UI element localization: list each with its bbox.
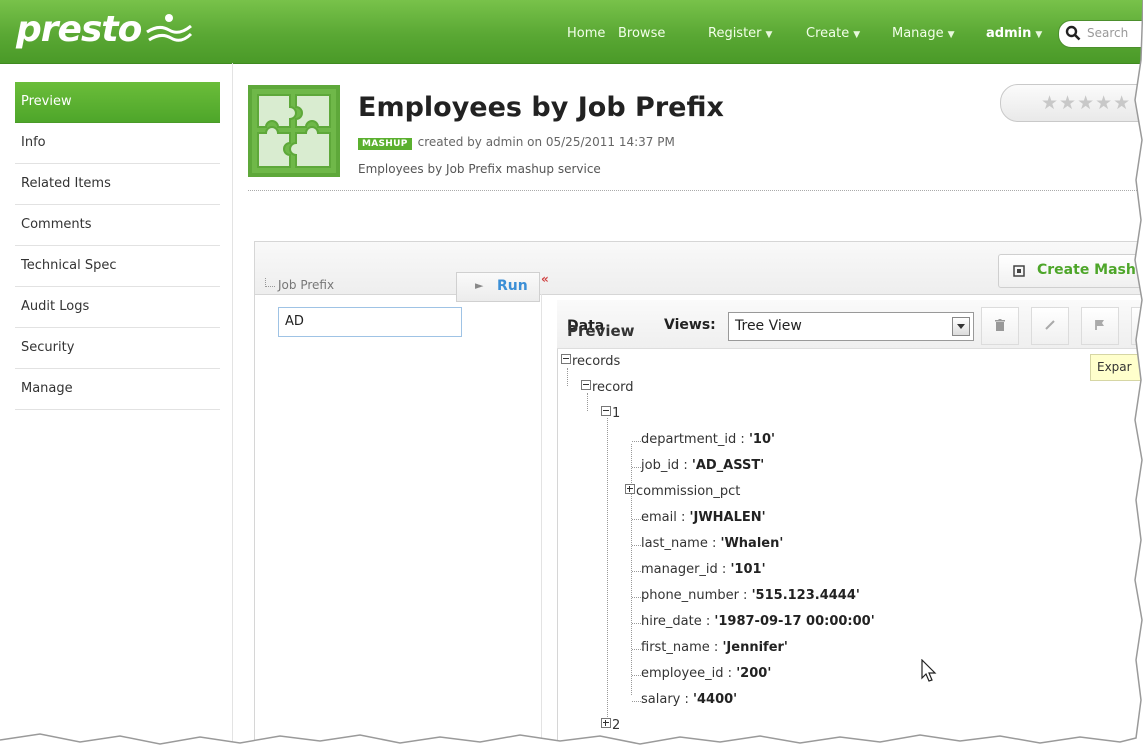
pencil-icon <box>1045 320 1055 330</box>
nav-home[interactable]: Home <box>567 24 605 44</box>
page-title: Employees by Job Prefix <box>358 92 724 123</box>
rating-stars[interactable]: ★★★★★ <box>1041 92 1131 114</box>
job-prefix-label: Job Prefix <box>265 278 334 292</box>
search-placeholder: Search <box>1087 26 1129 40</box>
sidebar-item-technical-spec[interactable]: Technical Spec <box>15 246 220 287</box>
tree-connector <box>607 418 608 723</box>
nav-browse[interactable]: Browse <box>618 24 665 44</box>
tree-leaf-employee-id: employee_id : '200' <box>641 666 772 681</box>
play-icon: ► <box>475 279 484 292</box>
create-mashup-button[interactable]: Create Mash <box>998 254 1143 288</box>
sidebar-item-related-items[interactable]: Related Items <box>15 164 220 205</box>
parameters-pane <box>254 294 542 749</box>
chevron-down-icon: ▼ <box>1035 30 1043 40</box>
created-meta: MASHUP created by admin on 05/25/2011 14:… <box>358 135 675 150</box>
sidebar-item-audit-logs[interactable]: Audit Logs <box>15 287 220 328</box>
sidebar-divider <box>232 63 233 749</box>
tree-connector <box>587 393 588 411</box>
flag-icon <box>1095 320 1104 330</box>
run-button[interactable]: ► Run <box>456 272 540 302</box>
search-input[interactable]: Search <box>1058 20 1143 48</box>
sidebar-item-info[interactable]: Info <box>15 123 220 164</box>
tree-node-record[interactable]: record <box>581 380 634 395</box>
edit-button[interactable] <box>1031 307 1069 345</box>
tree-leaf-first-name: first_name : 'Jennifer' <box>641 640 788 655</box>
views-select-value: Tree View <box>735 318 802 334</box>
chevron-down-icon: ▼ <box>853 30 861 40</box>
tree-leaf-manager-id: manager_id : '101' <box>641 562 766 577</box>
tree-leaf-salary: salary : '4400' <box>641 692 738 707</box>
tree-leaf-hire-date: hire_date : '1987-09-17 00:00:00' <box>641 614 875 629</box>
tree-connector <box>631 444 632 695</box>
tree-node-commission-pct[interactable]: commission_pct <box>625 484 740 499</box>
delete-button[interactable] <box>981 307 1019 345</box>
create-mashup-label: Create Mash <box>1037 262 1136 278</box>
presto-logo[interactable]: presto <box>16 9 142 50</box>
mashup-small-icon <box>1013 265 1025 277</box>
search-icon <box>1065 25 1081 41</box>
collapse-pane-icon[interactable]: « <box>541 272 549 286</box>
sidebar-item-manage[interactable]: Manage <box>15 369 220 410</box>
expand-icon[interactable] <box>601 718 611 728</box>
chevron-down-icon: ▼ <box>765 30 773 40</box>
nav-manage[interactable]: Manage ▼ <box>892 24 955 44</box>
rating-widget[interactable]: ★★★★★ <box>1000 84 1143 122</box>
sidebar: Preview Info Related Items Comments Tech… <box>15 82 220 410</box>
sidebar-item-comments[interactable]: Comments <box>15 205 220 246</box>
expand-icon[interactable] <box>625 484 635 494</box>
tree-leaf-last-name: last_name : 'Whalen' <box>641 536 784 551</box>
views-select[interactable]: Tree View <box>728 312 974 341</box>
dropdown-arrow-icon[interactable] <box>952 317 970 336</box>
tree-leaf-email: email : 'JWHALEN' <box>641 510 766 525</box>
expand-tooltip: Expar <box>1090 354 1143 381</box>
collapse-icon[interactable] <box>581 380 591 390</box>
sidebar-item-security[interactable]: Security <box>15 328 220 369</box>
service-description: Employees by Job Prefix mashup service <box>358 162 601 176</box>
tree-elbow-icon <box>265 278 275 287</box>
tree-leaf-job-id: job_id : 'AD_ASST' <box>641 458 765 473</box>
created-info: created by admin on 05/25/2011 14:37 PM <box>417 135 675 149</box>
flag-button[interactable] <box>1081 307 1119 345</box>
preview-heading: Preview <box>567 322 635 340</box>
nav-register[interactable]: Register ▼ <box>708 24 772 44</box>
tree-node-records[interactable]: records <box>561 354 620 369</box>
tree-node-1[interactable]: 1 <box>601 406 620 421</box>
presto-swoosh-icon <box>146 14 193 42</box>
mashup-puzzle-icon <box>248 85 340 177</box>
views-label: Views: <box>664 317 716 333</box>
tree-leaf-department-id: department_id : '10' <box>641 432 775 447</box>
tree-leaf-phone-number: phone_number : '515.123.4444' <box>641 588 860 603</box>
header-divider <box>248 190 1143 191</box>
nav-admin-menu[interactable]: admin ▼ <box>986 24 1042 44</box>
run-label: Run <box>497 278 528 294</box>
sidebar-item-preview[interactable]: Preview <box>15 82 220 123</box>
tree-node-2[interactable]: 2 <box>601 718 620 733</box>
more-button[interactable] <box>1131 307 1143 345</box>
nav-create[interactable]: Create ▼ <box>806 24 860 44</box>
job-prefix-input[interactable]: AD <box>278 307 462 337</box>
mashup-badge: MASHUP <box>358 138 412 150</box>
top-navigation-bar: presto Home Browse Register ▼ Create ▼ Man… <box>0 0 1143 64</box>
collapse-icon[interactable] <box>561 354 571 364</box>
tree-connector <box>567 368 568 386</box>
mouse-pointer-icon <box>921 659 937 682</box>
chevron-down-icon: ▼ <box>947 30 955 40</box>
trash-icon <box>995 319 1005 331</box>
collapse-icon[interactable] <box>601 406 611 416</box>
